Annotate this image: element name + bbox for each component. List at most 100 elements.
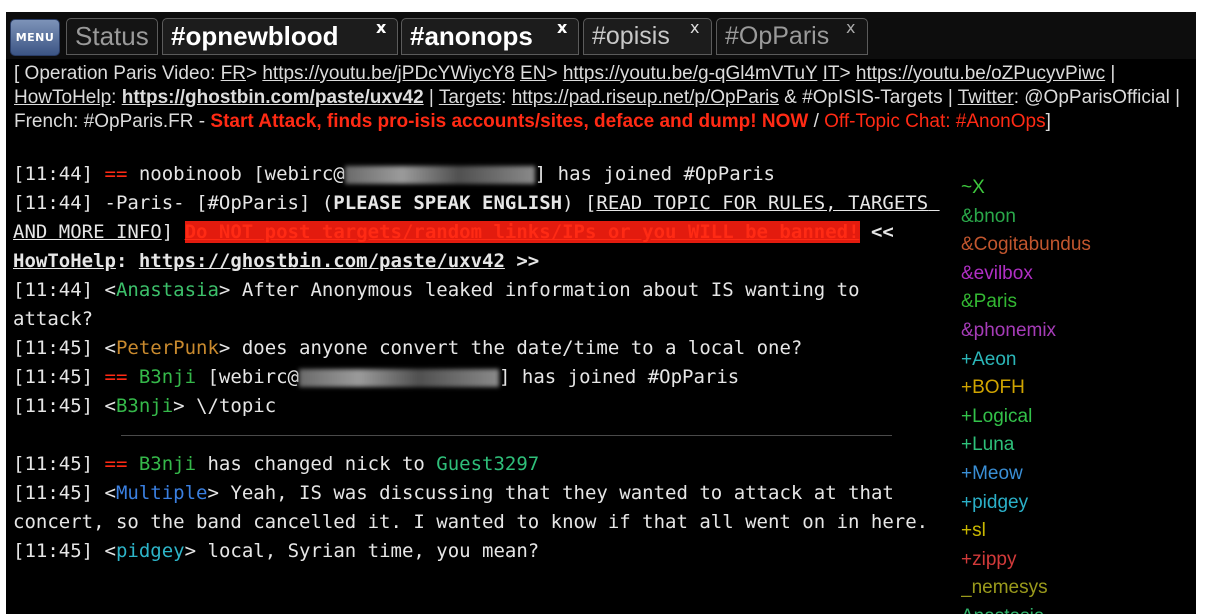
tab-bar: MENU Status #opnewblood x #anonops x #op… <box>6 12 1196 59</box>
chat-line: [11:44] <Anastasia> After Anonymous leak… <box>13 276 948 334</box>
nick-guest3297[interactable]: Guest3297 <box>436 453 539 475</box>
nick-list-item[interactable]: +BOFH <box>961 374 1196 403</box>
tab-status[interactable]: Status <box>66 18 158 55</box>
close-icon[interactable]: x <box>376 12 386 45</box>
ghostbin-link[interactable]: https://ghostbin.com/paste/uxv42 <box>139 250 505 272</box>
message-text: -Paris- [#OpParis] ( <box>104 192 334 214</box>
topic-text: [ Operation Paris Video: <box>14 63 221 84</box>
channel-topic: [ Operation Paris Video: FR> https://you… <box>14 62 1194 158</box>
message-text: << <box>859 221 906 243</box>
topic-link-it[interactable]: https://youtu.be/oZPucyvPiwc <box>856 63 1105 84</box>
bracket: > <box>184 540 208 562</box>
topic-link-it-label[interactable]: IT <box>823 63 840 84</box>
tab-label: #anonops <box>410 21 533 51</box>
nick-list-item[interactable]: Anastasia <box>961 603 1196 614</box>
topic-link-pad[interactable]: https://pad.riseup.net/p/OpParis <box>512 87 779 108</box>
close-icon[interactable]: x <box>690 12 699 45</box>
nick-b3nji[interactable]: B3nji <box>127 366 196 388</box>
chat-line: [11:45] == B3nji has changed nick to Gue… <box>13 450 948 479</box>
nick-list-item[interactable]: &evilbox <box>961 260 1196 289</box>
nick-b3nji[interactable]: B3nji <box>127 453 196 475</box>
bracket: < <box>104 279 116 301</box>
message-text: ) [ <box>562 192 597 214</box>
nick-list-item[interactable]: +Logical <box>961 403 1196 432</box>
timestamp: [11:45] <box>13 540 105 562</box>
warning-text: Do NOT post targets/random links/IPs or … <box>184 221 860 243</box>
nick-list-item[interactable]: +Aeon <box>961 346 1196 375</box>
bracket: > <box>218 337 242 359</box>
nick-list-item[interactable]: +Luna <box>961 431 1196 460</box>
topic-text: : <box>501 87 507 108</box>
topic-text: | <box>423 87 439 108</box>
chat-line: [11:45] <PeterPunk> does anyone convert … <box>13 334 948 363</box>
topic-link-fr-label[interactable]: FR <box>221 63 246 84</box>
chat-line: [11:44] == noobinoob [webirc@] has joine… <box>13 160 948 189</box>
blurred-host <box>344 165 535 184</box>
bracket: < <box>104 395 116 417</box>
nick-list-item[interactable]: &Cogitabundus <box>961 231 1196 260</box>
nick-multiple[interactable]: Multiple <box>116 482 208 504</box>
topic-link-ghostbin[interactable]: https://ghostbin.com/paste/uxv42 <box>122 87 424 108</box>
bracket: > <box>173 395 197 417</box>
nick-list-item[interactable]: &Paris <box>961 288 1196 317</box>
nick-pidgey[interactable]: pidgey <box>116 540 185 562</box>
howtohelp-link[interactable]: HowToHelp <box>13 250 116 272</box>
tab-opnewblood[interactable]: #opnewblood x <box>162 18 398 55</box>
tab-label: #opnewblood <box>171 21 339 51</box>
timestamp: [11:44] <box>13 163 105 185</box>
nick-peterpunk[interactable]: PeterPunk <box>116 337 219 359</box>
topic-link-en[interactable]: https://youtu.be/g-qGl4mVTuY <box>563 63 818 84</box>
tab-label: Status <box>75 21 149 51</box>
tab-label: #OpParis <box>725 22 830 50</box>
topic-text: / <box>808 111 825 132</box>
timestamp: [11:45] <box>13 482 105 504</box>
bracket: < <box>104 337 116 359</box>
message-text: [webirc@ <box>196 366 299 388</box>
topic-text: > <box>839 63 851 84</box>
nick-list-item[interactable]: +Meow <box>961 460 1196 489</box>
chat-line: [11:45] <B3nji> \/topic <box>13 392 948 421</box>
message-text: ] has joined #OpParis <box>499 366 740 388</box>
topic-attack-text: Start Attack, finds pro-isis accounts/si… <box>210 111 809 132</box>
close-icon[interactable]: x <box>846 12 855 45</box>
chat-line: [11:44] -Paris- [#OpParis] (PLEASE SPEAK… <box>13 189 948 276</box>
nick-list-item[interactable]: +sl <box>961 517 1196 546</box>
topic-text: > <box>546 63 563 84</box>
topic-link-en-label[interactable]: EN <box>520 63 546 84</box>
topic-link-twitter-label[interactable]: Twitter <box>958 87 1014 108</box>
unread-separator <box>13 421 948 450</box>
join-arrow: == <box>104 163 128 185</box>
message-text: local, Syrian time, you mean? <box>207 540 540 562</box>
nick-anastasia[interactable]: Anastasia <box>116 279 219 301</box>
message-text: >> <box>504 250 540 272</box>
close-icon[interactable]: x <box>557 12 567 45</box>
message-text: ] <box>161 221 185 243</box>
menu-button[interactable]: MENU <box>10 19 60 56</box>
tab-anonops[interactable]: #anonops x <box>401 18 579 55</box>
timestamp: [11:44] <box>13 279 105 301</box>
topic-offtopic-text: Off-Topic Chat: #AnonOps <box>824 111 1046 132</box>
topic-text: & #OpISIS-Targets | <box>778 87 958 108</box>
chat-line: [11:45] <Multiple> Yeah, IS was discussi… <box>13 479 948 537</box>
nick-b3nji[interactable]: B3nji <box>116 395 173 417</box>
nick-list-item[interactable]: ~X <box>961 174 1196 203</box>
tab-opparis[interactable]: #OpParis x <box>716 18 868 55</box>
nick-list-item[interactable]: &bnon <box>961 203 1196 232</box>
chat-line: [11:45] <pidgey> local, Syrian time, you… <box>13 537 948 566</box>
blurred-host <box>299 368 499 387</box>
nick-list-item[interactable]: +pidgey <box>961 489 1196 518</box>
topic-text: | <box>1105 63 1116 84</box>
message-text: \/topic <box>196 395 277 417</box>
nick-list-item[interactable]: &phonemix <box>961 317 1196 346</box>
tab-opisis[interactable]: #opisis x <box>583 18 712 55</box>
timestamp: [11:45] <box>13 453 105 475</box>
topic-link-fr[interactable]: https://youtu.be/jPDcYWiycY8 <box>262 63 514 84</box>
nick-list-item[interactable]: +zippy <box>961 546 1196 575</box>
nick-list-item[interactable]: _nemesys <box>961 574 1196 603</box>
tab-label: #opisis <box>592 22 670 50</box>
topic-link-howtohelp[interactable]: HowToHelp <box>14 87 111 108</box>
topic-text: > <box>245 63 263 84</box>
bracket: > <box>218 279 242 301</box>
chat-line: [11:45] == B3nji [webirc@] has joined #O… <box>13 363 948 392</box>
topic-link-targets-label[interactable]: Targets <box>439 87 501 108</box>
